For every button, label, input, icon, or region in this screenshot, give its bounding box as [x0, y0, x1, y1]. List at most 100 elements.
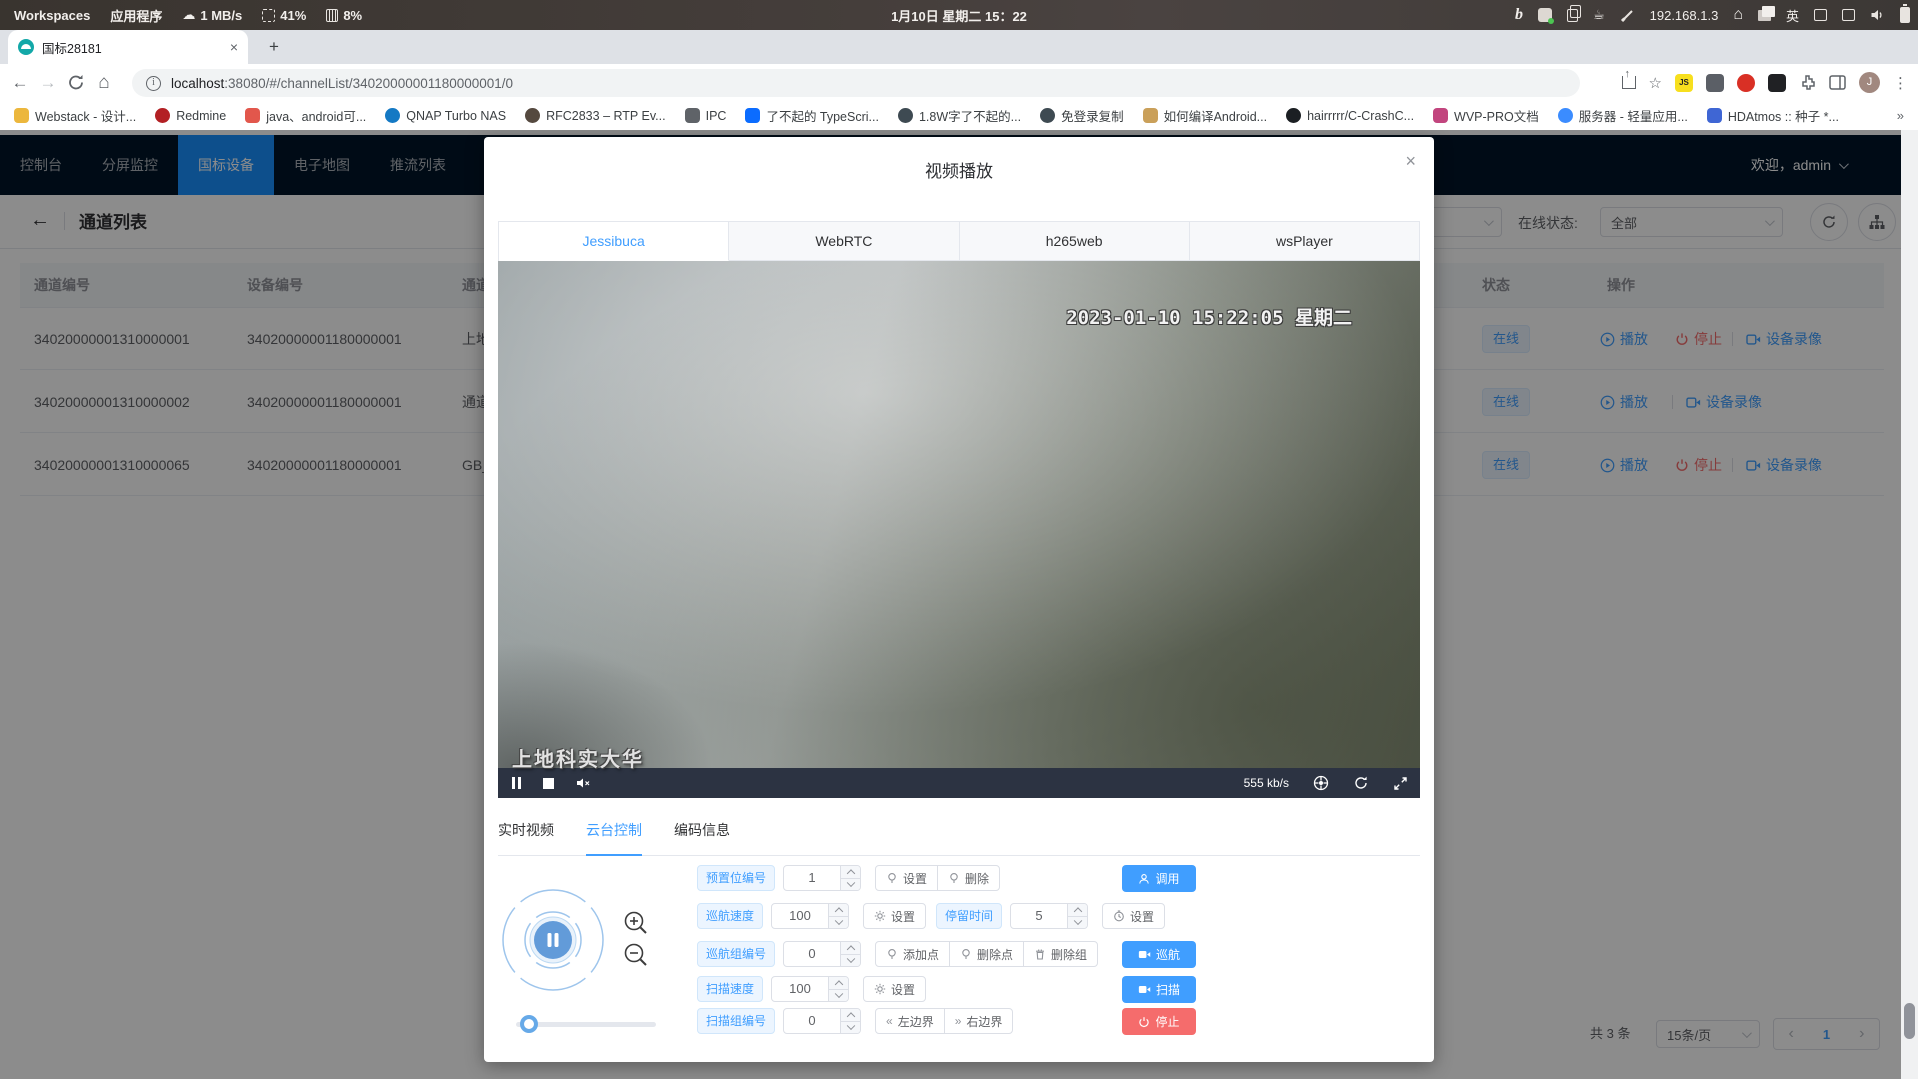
zoom-in-button[interactable]: [622, 909, 650, 937]
spinner-up-icon[interactable]: [1068, 904, 1087, 917]
extension-dark-icon[interactable]: [1768, 74, 1786, 92]
preset-set-button[interactable]: 设置: [875, 865, 938, 891]
browser-menu-icon[interactable]: ⋮: [1893, 74, 1908, 92]
spinner-up-icon[interactable]: [841, 866, 860, 879]
tab-ptz-control[interactable]: 云台控制: [586, 820, 642, 856]
battery-icon[interactable]: [1900, 7, 1910, 23]
volume-icon[interactable]: [1870, 8, 1885, 22]
stop-button[interactable]: [543, 778, 554, 789]
extension-gray-icon[interactable]: [1706, 74, 1724, 92]
bookmark-item[interactable]: 如何编译Android...: [1143, 106, 1268, 125]
refresh-stream-icon[interactable]: [1353, 775, 1369, 791]
clock[interactable]: 1月10日 星期二 15：22: [891, 6, 1027, 25]
ptz-direction-pad[interactable]: [501, 888, 605, 992]
bookmark-item[interactable]: java、android可...: [245, 106, 366, 125]
extension-js-icon[interactable]: JS: [1675, 74, 1693, 92]
spinner-down-icon[interactable]: [841, 879, 860, 891]
clipboard-tray-icon[interactable]: [1567, 9, 1578, 22]
spinner-down-icon[interactable]: [829, 990, 848, 1002]
extension-red-icon[interactable]: [1737, 74, 1755, 92]
memory-indicator[interactable]: 8%: [326, 8, 362, 23]
workspaces-menu[interactable]: Workspaces: [14, 8, 90, 23]
spinner-up-icon[interactable]: [841, 942, 860, 955]
profile-avatar[interactable]: J: [1859, 72, 1880, 93]
dialog-close-icon[interactable]: ×: [1405, 151, 1416, 172]
pen-tray-icon[interactable]: [1620, 8, 1635, 23]
cruise-speed-set-button[interactable]: 设置: [863, 903, 926, 929]
scrollbar-thumb[interactable]: [1904, 1003, 1915, 1039]
add-point-button[interactable]: 添加点: [875, 941, 950, 967]
preset-delete-button[interactable]: 删除: [937, 865, 1000, 891]
spinner-up-icon[interactable]: [841, 1009, 860, 1022]
scan-speed-input[interactable]: 100: [771, 976, 849, 1002]
tab-wsplayer[interactable]: wsPlayer: [1190, 222, 1419, 261]
bing-tray-icon[interactable]: b: [1515, 6, 1523, 24]
browser-tab[interactable]: 国标28181 ×: [8, 30, 248, 64]
cruise-group-input[interactable]: 0: [783, 941, 861, 967]
bookmark-item[interactable]: 了不起的 TypeScri...: [745, 106, 879, 125]
tab-jessibuca[interactable]: Jessibuca: [499, 222, 729, 261]
stay-time-input[interactable]: 5: [1010, 903, 1088, 929]
delete-point-button[interactable]: 删除点: [949, 941, 1024, 967]
cruise-start-button[interactable]: 巡航: [1122, 941, 1196, 968]
bookmark-item[interactable]: Redmine: [155, 108, 226, 123]
phone-link-icon[interactable]: [1814, 9, 1827, 21]
tab-close-icon[interactable]: ×: [230, 39, 238, 55]
address-bar[interactable]: i localhost:38080/#/channelList/34020000…: [132, 69, 1580, 97]
home-tray-icon[interactable]: ⌂: [1733, 6, 1743, 24]
pause-button[interactable]: [512, 777, 521, 789]
bookmark-item[interactable]: Webstack - 设计...: [14, 106, 136, 125]
delete-group-button[interactable]: 删除组: [1023, 941, 1098, 967]
extensions-puzzle-icon[interactable]: [1799, 74, 1816, 91]
tab-h265web[interactable]: h265web: [960, 222, 1190, 261]
bookmarks-overflow-icon[interactable]: »: [1897, 108, 1904, 123]
input-method-indicator[interactable]: 英: [1786, 6, 1799, 25]
stay-time-set-button[interactable]: 设置: [1102, 903, 1165, 929]
bookmark-item[interactable]: 免登录复制: [1040, 106, 1124, 125]
cruise-speed-input[interactable]: 100: [771, 903, 849, 929]
home-button[interactable]: ⌂: [90, 72, 118, 94]
side-panel-icon[interactable]: [1829, 75, 1846, 90]
forward-button[interactable]: →: [34, 73, 62, 93]
preset-call-button[interactable]: 调用: [1122, 865, 1196, 892]
spinner-up-icon[interactable]: [829, 904, 848, 917]
scan-start-button[interactable]: 扫描: [1122, 976, 1196, 1003]
ptz-speed-slider[interactable]: [516, 1015, 656, 1033]
back-button[interactable]: ←: [6, 73, 34, 93]
applications-menu[interactable]: 应用程序: [110, 6, 162, 25]
ptz-stop-button[interactable]: 停止: [1122, 1008, 1196, 1035]
cpu-indicator[interactable]: 41%: [262, 8, 306, 23]
preset-number-input[interactable]: 1: [783, 865, 861, 891]
spinner-up-icon[interactable]: [829, 977, 848, 990]
bookmark-item[interactable]: HDAtmos :: 种子 *...: [1707, 106, 1839, 125]
workspaces-tray-icon[interactable]: [1758, 10, 1771, 21]
ip-address[interactable]: 192.168.1.3: [1650, 8, 1719, 23]
tab-live-video[interactable]: 实时视频: [498, 820, 554, 856]
share-icon[interactable]: [1622, 76, 1636, 89]
bookmark-item[interactable]: WVP-PRO文档: [1433, 106, 1539, 125]
notes-tray-icon[interactable]: [1538, 8, 1552, 22]
new-tab-button[interactable]: +: [262, 36, 286, 60]
bookmark-item[interactable]: 1.8W字了不起的...: [898, 106, 1021, 125]
scan-speed-set-button[interactable]: 设置: [863, 976, 926, 1002]
coffee-tray-icon[interactable]: ☕: [1593, 7, 1605, 23]
page-scrollbar[interactable]: [1901, 130, 1918, 1079]
bookmark-star-icon[interactable]: ☆: [1649, 74, 1662, 92]
tab-codec-info[interactable]: 编码信息: [674, 820, 730, 856]
zoom-out-button[interactable]: [622, 941, 650, 969]
display-icon[interactable]: [1842, 9, 1855, 21]
bookmark-item[interactable]: QNAP Turbo NAS: [385, 108, 506, 123]
spinner-down-icon[interactable]: [841, 1022, 860, 1034]
site-info-icon[interactable]: i: [146, 76, 161, 91]
right-boundary-button[interactable]: » 右边界: [944, 1008, 1014, 1034]
bookmark-item[interactable]: hairrrrr/C-CrashC...: [1286, 108, 1414, 123]
snapshot-icon[interactable]: [1313, 775, 1329, 791]
reload-button[interactable]: [62, 74, 90, 91]
spinner-down-icon[interactable]: [841, 955, 860, 967]
spinner-down-icon[interactable]: [829, 917, 848, 929]
bookmark-item[interactable]: RFC2833 – RTP Ev...: [525, 108, 666, 123]
left-boundary-button[interactable]: « 左边界: [875, 1008, 945, 1034]
spinner-down-icon[interactable]: [1068, 917, 1087, 929]
slider-knob[interactable]: [520, 1015, 538, 1033]
tab-webrtc[interactable]: WebRTC: [729, 222, 959, 261]
